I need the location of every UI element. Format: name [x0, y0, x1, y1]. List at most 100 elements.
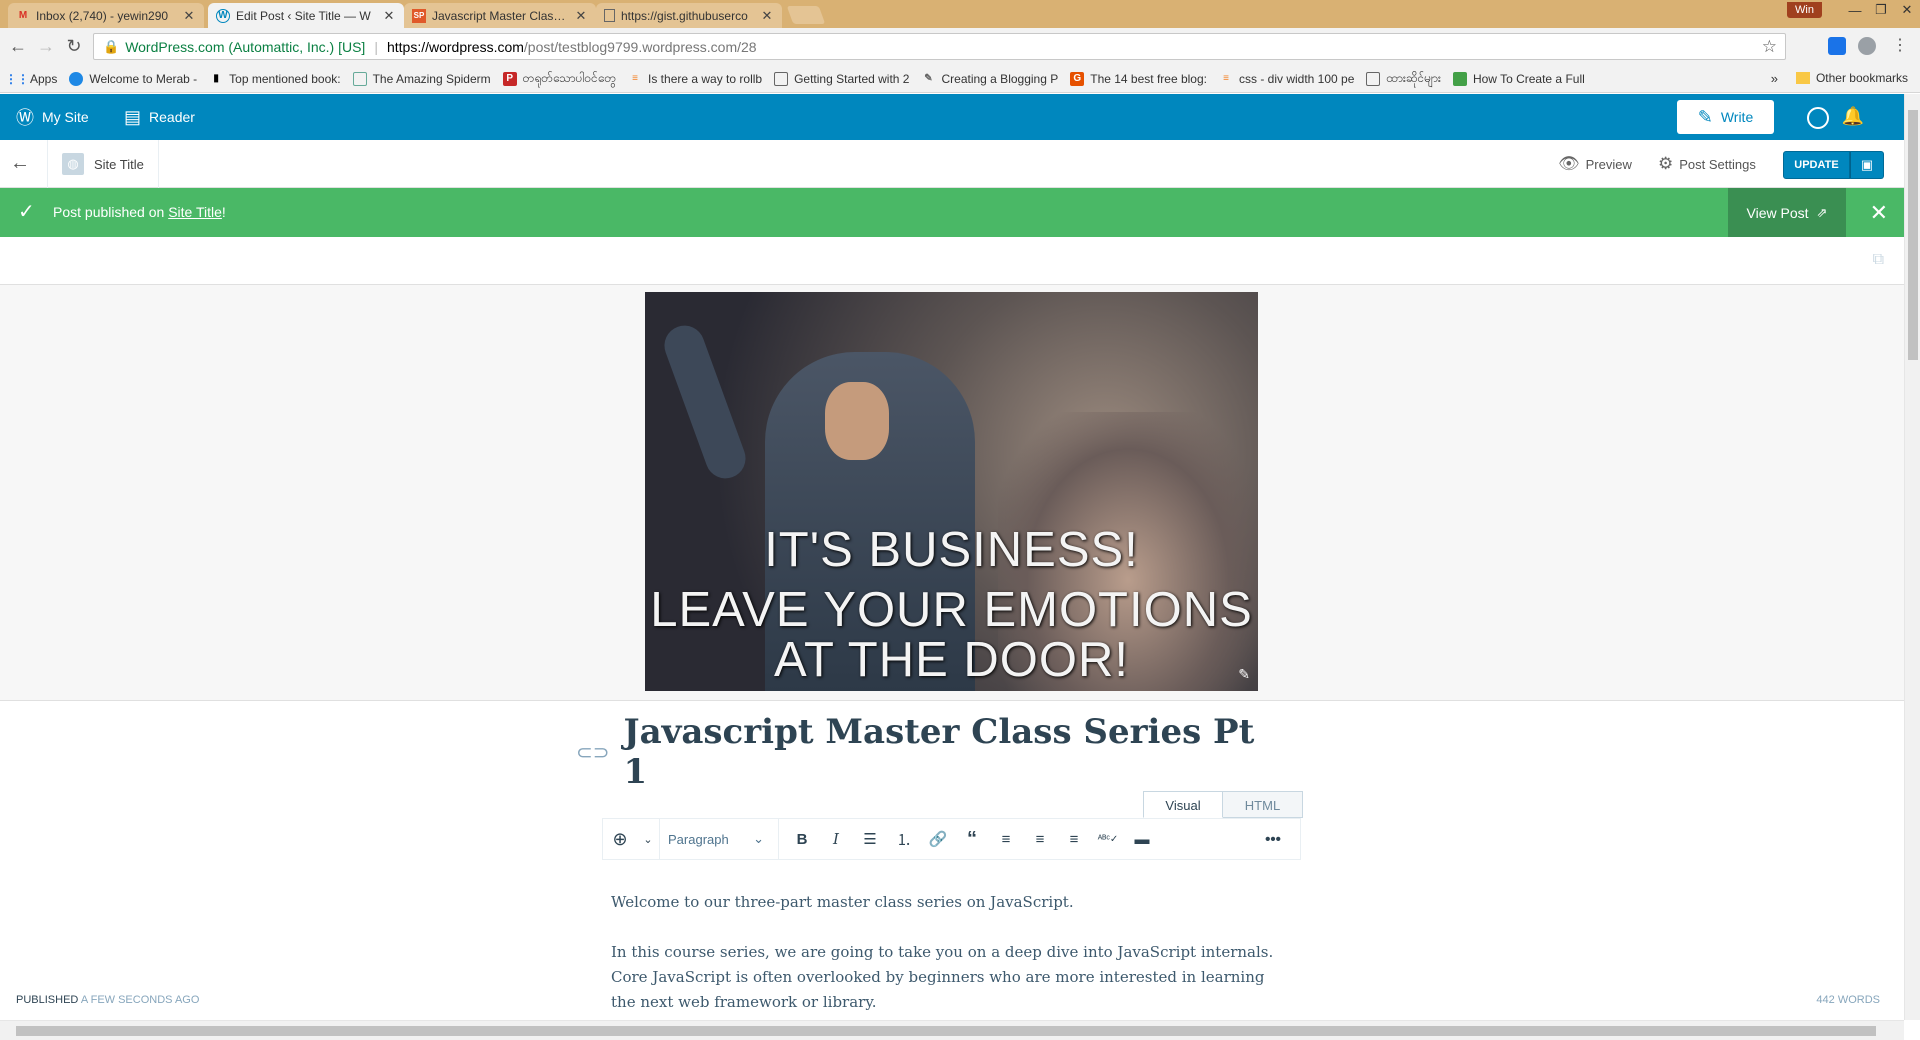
profile-badge[interactable]: Win [1787, 2, 1822, 18]
tab-javascript-master-class[interactable]: SP Javascript Master Class S ✕ [404, 3, 596, 28]
align-center-icon[interactable]: ≡ [1023, 831, 1057, 848]
lock-icon: 🔒 [103, 38, 120, 54]
scroll-thumb[interactable] [16, 1026, 1876, 1036]
bookmark-item[interactable]: ≡ css - div width 100 pe [1219, 72, 1354, 86]
spellcheck-icon[interactable]: ᴬᴮᶜ✓ [1091, 834, 1125, 845]
numbered-list-icon[interactable]: ⒈ [887, 829, 921, 850]
close-window-icon[interactable]: ✕ [1894, 2, 1920, 18]
publish-status-label: PUBLISHED [16, 994, 79, 1006]
align-right-icon[interactable]: ≡ [1057, 831, 1091, 848]
extension-icon[interactable] [1828, 37, 1846, 55]
italic-icon[interactable]: I [819, 830, 853, 848]
bookmark-item[interactable]: Getting Started with 2 [774, 71, 909, 86]
menu-icon[interactable]: ⋮ [1888, 34, 1912, 58]
link-icon[interactable]: 🔗 [921, 830, 955, 848]
extension-icon[interactable] [1858, 37, 1876, 55]
back-arrow-icon[interactable]: ← [10, 152, 30, 175]
bookmark-item[interactable]: ✎ Creating a Blogging P [921, 72, 1058, 86]
bookmark-item[interactable]: P တရုတ်သောပါဝင်တွေ [502, 70, 616, 88]
preview-button[interactable]: 👁 Preview [1558, 140, 1632, 188]
quote-icon[interactable]: “ [955, 828, 989, 851]
close-icon[interactable]: ✕ [1870, 200, 1888, 226]
bookmark-item[interactable]: ▮ Top mentioned book: [209, 72, 340, 86]
edit-image-icon[interactable]: ✎ [1238, 666, 1250, 683]
chevron-down-icon[interactable]: ⌄ [637, 833, 659, 846]
vertical-scrollbar[interactable] [1904, 94, 1920, 1020]
view-post-button[interactable]: View Post ⇗ [1728, 188, 1846, 237]
avatar[interactable] [1807, 107, 1829, 129]
address-bar[interactable]: 🔒 WordPress.com (Automattic, Inc.) [US] … [93, 33, 1786, 60]
publish-status: PUBLISHED A FEW SECONDS AGO [16, 994, 199, 1006]
browser-toolbar: ← → ↻ 🔒 WordPress.com (Automattic, Inc.)… [0, 28, 1920, 65]
tab-title: Edit Post ‹ Site Title — W [236, 8, 371, 23]
bookmark-label: The Amazing Spiderm [372, 71, 491, 86]
tab-strip: M Inbox (2,740) - yewin290 ✕ W Edit Post… [0, 0, 1920, 28]
post-settings-button[interactable]: ⚙ Post Settings [1658, 140, 1756, 188]
format-select[interactable]: Paragraph ⌄ [659, 818, 779, 860]
minimize-icon[interactable]: — [1842, 3, 1868, 18]
forward-icon[interactable]: → [34, 34, 58, 58]
bookmark-item[interactable]: G The 14 best free blog: [1070, 71, 1207, 86]
close-icon[interactable]: ✕ [382, 8, 396, 24]
read-more-icon[interactable]: ▬ [1125, 831, 1159, 848]
post-settings-label: Post Settings [1679, 156, 1756, 172]
bookmark-item[interactable]: Welcome to Merab - [69, 71, 197, 86]
site-selector[interactable]: ◍ Site Title [47, 140, 159, 188]
apps-icon: ⋮⋮ [10, 71, 29, 86]
reader-link[interactable]: ▤ Reader [124, 94, 195, 140]
schedule-calendar-icon[interactable]: ▣ [1850, 151, 1884, 179]
post-body[interactable]: Welcome to our three-part master class s… [611, 890, 1291, 1040]
featured-image[interactable]: IT'S BUSINESS! LEAVE YOUR EMOTIONS AT TH… [645, 292, 1258, 691]
notifications-icon[interactable]: 🔔 [1842, 106, 1864, 127]
bookmark-item[interactable]: The Amazing Spiderm [352, 71, 491, 86]
back-icon[interactable]: ← [6, 34, 30, 58]
editor-subbar: ⧉ [0, 237, 1904, 285]
tab-gist[interactable]: https://gist.githubuserco ✕ [596, 3, 782, 28]
notice-site-link[interactable]: Site Title [168, 204, 222, 220]
align-left-icon[interactable]: ≡ [989, 831, 1023, 848]
my-site-link[interactable]: Ⓦ My Site [16, 94, 89, 140]
bookmark-label: Top mentioned book: [229, 71, 341, 86]
close-icon[interactable]: ✕ [574, 8, 588, 24]
bookmark-item[interactable]: ≡ Is there a way to rollb [628, 72, 762, 86]
stackoverflow-icon: ≡ [1223, 73, 1229, 84]
editor-toolbar: ⊕ ⌄ Paragraph ⌄ B I ☰ ⒈ 🔗 “ ≡ ≡ ≡ ᴬᴮᶜ✓ ▬… [602, 818, 1301, 860]
reader-icon: ▤ [124, 106, 142, 127]
tab-edit-post[interactable]: W Edit Post ‹ Site Title — W ✕ [208, 3, 404, 28]
post-paragraph[interactable]: Welcome to our three-part master class s… [611, 890, 1291, 915]
add-content-icon[interactable]: ⊕ [603, 829, 637, 850]
more-options-icon[interactable]: ••• [1256, 831, 1290, 848]
close-icon[interactable]: ✕ [182, 8, 196, 24]
update-button[interactable]: UPDATE [1783, 151, 1850, 179]
post-paragraph[interactable]: In this course series, we are going to t… [611, 940, 1291, 1015]
scroll-thumb[interactable] [1908, 110, 1918, 360]
restore-icon[interactable]: ❐ [1868, 2, 1894, 18]
bookmarks-overflow-icon[interactable]: » [1771, 71, 1778, 86]
bookmarks-bar: ⋮⋮ Apps Welcome to Merab - ▮ Top mentioned… [0, 65, 1920, 93]
gmail-icon: M [18, 10, 28, 21]
horizontal-scrollbar[interactable] [0, 1020, 1904, 1040]
tab-visual[interactable]: Visual [1143, 791, 1223, 818]
other-bookmarks[interactable]: Other bookmarks [1795, 71, 1908, 85]
tab-gmail[interactable]: M Inbox (2,740) - yewin290 ✕ [8, 3, 204, 28]
bookmark-item[interactable]: ထားဆိုင်များ [1366, 70, 1441, 88]
bulleted-list-icon[interactable]: ☰ [853, 830, 887, 848]
tab-html[interactable]: HTML [1223, 791, 1303, 818]
tab-title: Javascript Master Class S [432, 8, 570, 23]
gear-icon: ⚙ [1658, 154, 1674, 173]
bookmark-star-icon[interactable]: ☆ [1762, 37, 1777, 57]
external-link-icon[interactable]: ⧉ [1873, 251, 1884, 269]
url-host: https://wordpress.com [386, 38, 524, 55]
new-tab-button[interactable] [786, 6, 826, 24]
bookmark-apps[interactable]: ⋮⋮ Apps [10, 72, 57, 86]
close-icon[interactable]: ✕ [760, 8, 774, 24]
reload-icon[interactable]: ↻ [62, 34, 86, 58]
write-button[interactable]: ✎ Write [1677, 100, 1774, 134]
bold-icon[interactable]: B [785, 831, 819, 848]
bookmark-item[interactable]: How To Create a Full [1452, 71, 1585, 86]
post-title[interactable]: Javascript Master Class Series Pt 1 [624, 712, 1276, 792]
other-bookmarks-label: Other bookmarks [1815, 71, 1908, 85]
permalink-icon[interactable]: ⊂⊃ [576, 740, 610, 765]
reader-label: Reader [149, 109, 195, 125]
tab-title: Inbox (2,740) - yewin290 [36, 8, 169, 23]
